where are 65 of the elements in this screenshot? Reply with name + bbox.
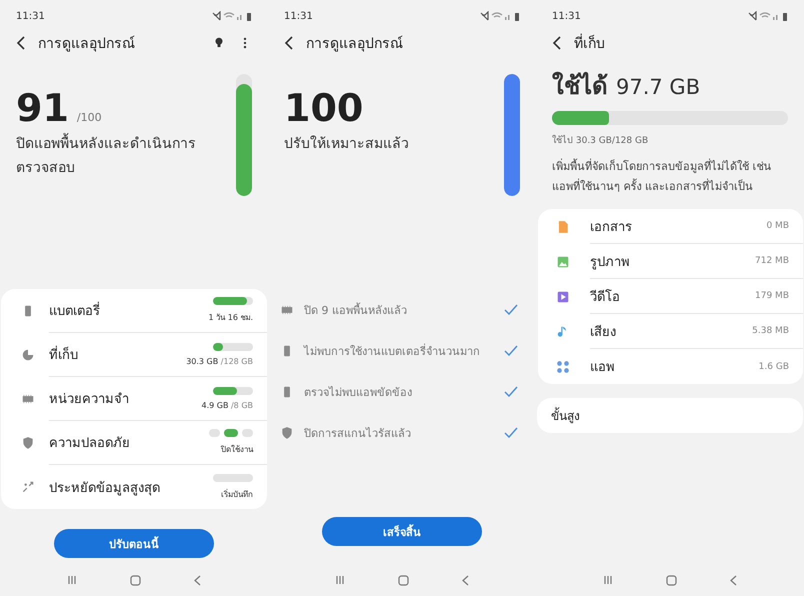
category-name: เอกสาร bbox=[590, 218, 633, 236]
status-icons bbox=[480, 11, 520, 21]
done-button[interactable]: เสร็จสิ้น bbox=[322, 517, 482, 546]
result-text: ปิดการสแกนไวรัสแล้ว bbox=[304, 426, 412, 442]
status-time: 11:31 bbox=[16, 10, 45, 22]
item-label: แบตเตอรี่ bbox=[49, 300, 209, 321]
back-icon[interactable] bbox=[16, 36, 26, 50]
recent-apps-icon[interactable] bbox=[602, 575, 613, 585]
used-storage: ใช้ไป 30.3 GB/128 GB bbox=[551, 134, 650, 147]
advanced-button[interactable]: ขั้นสูง bbox=[537, 398, 803, 433]
storage-tip: เพิ่มพื้นที่จัดเก็บโดยการลบข้อมูลที่ไม่ได้ใช้ เช่น แอพที่ใช้นานๆ ครั้ง และเอกสารที่ไม่จำเป็น bbox=[551, 158, 772, 195]
item-label: ความปลอดภัย bbox=[49, 435, 131, 453]
status-message: ปรับให้เหมาะสมแล้ว bbox=[284, 134, 410, 154]
score-max: /100 bbox=[76, 111, 102, 124]
category-name: รูปภาพ bbox=[590, 254, 631, 272]
back-icon[interactable] bbox=[284, 36, 294, 50]
optimize-button[interactable]: ปรับตอนนี้ bbox=[54, 529, 214, 558]
status-time: 11:31 bbox=[552, 10, 581, 22]
category-name: แอพ bbox=[590, 359, 616, 377]
recent-apps-icon[interactable] bbox=[334, 575, 345, 585]
category-size: 712 MB bbox=[755, 256, 789, 266]
item-reading: ปิดใช้งาน bbox=[221, 444, 253, 456]
available-amount: 97.7 GB bbox=[616, 75, 700, 99]
home-icon[interactable] bbox=[398, 574, 409, 586]
category-size: 0 MB bbox=[766, 221, 789, 231]
screen-title: ที่เก็บ bbox=[574, 32, 788, 54]
item-label: หน่วยความจำ bbox=[49, 391, 130, 409]
category-row[interactable]: เอกสาร 0 MB bbox=[538, 209, 803, 244]
item-reading: 1 วัน 16 ชม. bbox=[208, 312, 253, 324]
category-name: วีดีโอ bbox=[590, 288, 621, 306]
home-icon[interactable] bbox=[666, 574, 677, 586]
result-text: ตรวจไม่พบแอพขัดข้อง bbox=[304, 384, 413, 400]
pie-chart-icon bbox=[21, 348, 35, 362]
result-text: ปิด 9 แอพพื้นหลังแล้ว bbox=[304, 302, 408, 318]
category-size: 179 MB bbox=[755, 291, 789, 301]
recent-apps-icon[interactable] bbox=[66, 575, 77, 585]
available-label: ใช้ได้ bbox=[552, 70, 608, 102]
back-icon[interactable] bbox=[552, 36, 562, 50]
result-text: ไม่พบการใช้งานแบตเตอรี่จำนวนมาก bbox=[304, 342, 481, 360]
item-reading: 30.3 GB /128 GB bbox=[186, 357, 253, 366]
category-row[interactable]: วีดีโอ 179 MB bbox=[538, 279, 803, 314]
item-label: ที่เก็บ bbox=[49, 344, 186, 365]
category-size: 5.38 MB bbox=[752, 326, 789, 336]
score-value: 100 bbox=[284, 86, 364, 130]
item-label: ประหยัดข้อมูลสูงสุด bbox=[49, 480, 161, 498]
screen-title: การดูแลอุปกรณ์ bbox=[306, 34, 404, 54]
shield-icon bbox=[21, 436, 35, 450]
empty-bar bbox=[213, 474, 253, 482]
status-icons bbox=[212, 11, 252, 21]
category-row[interactable]: รูปภาพ 712 MB bbox=[538, 244, 803, 279]
memory-chip-icon bbox=[21, 392, 35, 406]
item-reading: เริ่มบันทึก bbox=[221, 488, 253, 500]
category-size: 1.6 GB bbox=[758, 362, 789, 372]
category-row[interactable]: เสียง 5.38 MB bbox=[538, 314, 803, 349]
shield-icon bbox=[280, 426, 294, 440]
score-value: 91 bbox=[16, 86, 69, 130]
data-saver-icon bbox=[21, 480, 35, 494]
screen-title: การดูแลอุปกรณ์ bbox=[38, 34, 136, 54]
home-icon[interactable] bbox=[130, 574, 141, 586]
category-name: เสียง bbox=[590, 324, 617, 342]
category-row[interactable]: แอพ 1.6 GB bbox=[538, 349, 803, 384]
status-message: ปิดแอพพื้นหลังและดำเนินการตรวจสอบ bbox=[16, 132, 216, 180]
item-reading: 4.9 GB /8 GB bbox=[201, 401, 253, 410]
status-time: 11:31 bbox=[284, 10, 313, 22]
status-icons bbox=[748, 11, 788, 21]
